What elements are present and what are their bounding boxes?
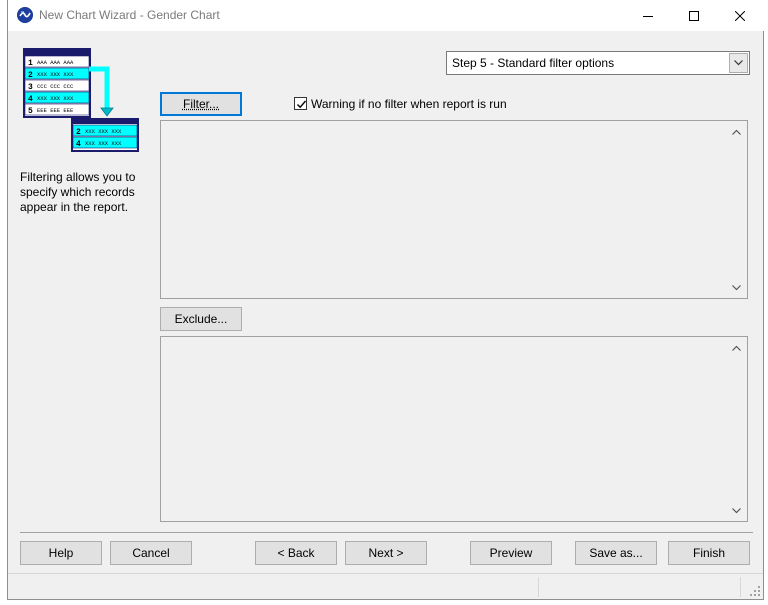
minimize-icon: [643, 15, 653, 17]
maximize-icon: [689, 10, 699, 21]
next-button[interactable]: Next >: [345, 541, 427, 565]
warning-checkbox-label: Warning if no filter when report is run: [311, 97, 507, 111]
help-button[interactable]: Help: [20, 541, 102, 565]
filter-illustration-icon: 1 AAA AAA AAA 2 XXX XXX XXX 3 CCC CCC CCC 4 XXX…: [23, 48, 141, 154]
close-button[interactable]: [717, 0, 763, 31]
close-icon: [735, 10, 745, 21]
illustration-row-number: 1: [28, 59, 33, 68]
finish-button[interactable]: Finish: [668, 541, 750, 565]
maximize-button[interactable]: [671, 0, 717, 31]
cancel-button[interactable]: Cancel: [110, 541, 192, 565]
scroll-up-icon[interactable]: [728, 123, 745, 140]
minimize-button[interactable]: [625, 0, 671, 31]
step-dropdown[interactable]: Step 5 - Standard filter options: [446, 51, 750, 75]
illustration-row-text: EEE EEE EEE: [37, 107, 74, 114]
save-as-button[interactable]: Save as...: [575, 541, 657, 565]
scroll-up-icon[interactable]: [728, 339, 745, 356]
illustration-row-number: 5: [28, 107, 33, 116]
filter-list[interactable]: [160, 120, 748, 299]
illustration-row-number: 2: [28, 71, 33, 80]
warning-checkbox[interactable]: [294, 97, 307, 110]
title-bar: New Chart Wizard - Gender Chart: [8, 0, 765, 31]
status-separator: [740, 577, 741, 597]
resize-grip-icon[interactable]: [750, 586, 760, 596]
exclude-list[interactable]: [160, 336, 748, 522]
scroll-down-icon[interactable]: [728, 502, 745, 519]
illustration-row-text: CCC CCC CCC: [37, 83, 74, 90]
app-icon: [17, 7, 33, 23]
back-button[interactable]: < Back: [255, 541, 337, 565]
illustration-row-number: 4: [28, 95, 33, 104]
illustration-row-number: 3: [28, 83, 33, 92]
scroll-down-icon[interactable]: [728, 279, 745, 296]
illustration-row-text: XXX XXX XXX: [37, 71, 74, 78]
illustration-row-number: 2: [76, 128, 81, 137]
illustration-row-text: AAA AAA AAA: [37, 59, 74, 66]
footer-divider: [20, 532, 753, 533]
chevron-down-icon[interactable]: [729, 53, 748, 73]
illustration-row-text: XXX XXX XXX: [37, 95, 74, 102]
step-dropdown-value: Step 5 - Standard filter options: [452, 56, 615, 70]
wizard-window: New Chart Wizard - Gender Chart Step 5 -…: [7, 0, 765, 600]
step-description: Filtering allows you to specify which re…: [20, 170, 136, 214]
illustration-row-text: XXX XXX XXX: [85, 128, 122, 135]
status-bar: [8, 573, 763, 599]
exclude-button[interactable]: Exclude...: [160, 307, 242, 331]
status-separator: [538, 577, 539, 597]
window-title: New Chart Wizard - Gender Chart: [39, 8, 220, 22]
checkmark-icon: [297, 100, 307, 109]
illustration-row-number: 4: [76, 140, 81, 149]
filter-button[interactable]: Filter...: [160, 92, 242, 116]
illustration-row-text: XXX XXX XXX: [85, 140, 122, 147]
preview-button[interactable]: Preview: [470, 541, 552, 565]
